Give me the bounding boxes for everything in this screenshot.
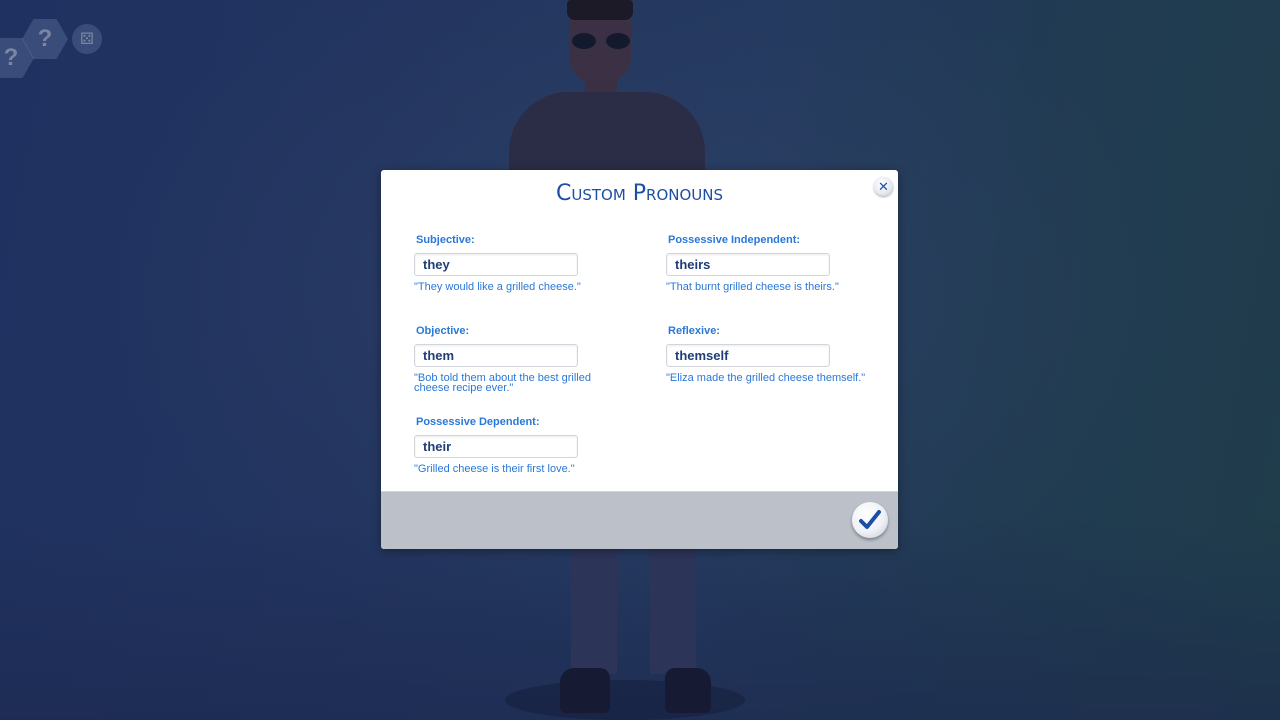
sim-foot-left — [560, 668, 610, 713]
sim-leg-left — [571, 549, 617, 674]
custom-pronouns-dialog: Custom Pronouns ✕ Subjective: "They woul… — [381, 170, 898, 549]
close-icon: ✕ — [878, 179, 889, 194]
field-label: Possessive Dependent: — [416, 416, 540, 428]
field-label: Reflexive: — [668, 325, 720, 337]
field-example: "Bob told them about the best grilled ch… — [414, 372, 591, 394]
question-icon: ? — [3, 44, 19, 71]
close-button[interactable]: ✕ — [874, 177, 893, 196]
confirm-button[interactable] — [852, 502, 888, 538]
field-possessive-independent: Possessive Independent: "That burnt gril… — [666, 234, 898, 293]
subjective-input[interactable] — [414, 253, 578, 276]
sim-sunglasses — [572, 33, 632, 49]
sim-hair — [567, 0, 633, 20]
dialog-title: Custom Pronouns — [555, 181, 723, 206]
field-label: Possessive Independent: — [668, 234, 801, 246]
reflexive-input[interactable] — [666, 344, 830, 367]
checkmark-icon — [859, 510, 881, 529]
field-label: Objective: — [416, 325, 470, 337]
field-reflexive: Reflexive: "Eliza made the grilled chees… — [666, 325, 898, 384]
sim-foot-right — [665, 668, 711, 713]
field-label: Subjective: — [416, 234, 475, 246]
sim-torso — [509, 92, 705, 172]
sim-leg-right — [650, 549, 696, 674]
objective-input[interactable] — [414, 344, 578, 367]
field-objective: Objective: "Bob told them about the best… — [414, 325, 654, 394]
field-example: "Grilled cheese is their first love." — [414, 463, 575, 475]
possessive-dependent-input[interactable] — [414, 435, 578, 458]
dice-icon: ⚄ — [80, 31, 94, 48]
field-example: "Eliza made the grilled cheese themself.… — [666, 372, 866, 384]
possessive-independent-input[interactable] — [666, 253, 830, 276]
field-subjective: Subjective: "They would like a grilled c… — [414, 234, 654, 293]
dialog-footer — [381, 491, 898, 549]
field-example: "They would like a grilled cheese." — [414, 281, 581, 293]
field-example: "That burnt grilled cheese is theirs." — [666, 281, 839, 293]
field-possessive-dependent: Possessive Dependent: "Grilled cheese is… — [414, 416, 654, 475]
question-icon: ? — [37, 25, 53, 52]
randomize-button[interactable]: ⚄ — [72, 24, 102, 54]
